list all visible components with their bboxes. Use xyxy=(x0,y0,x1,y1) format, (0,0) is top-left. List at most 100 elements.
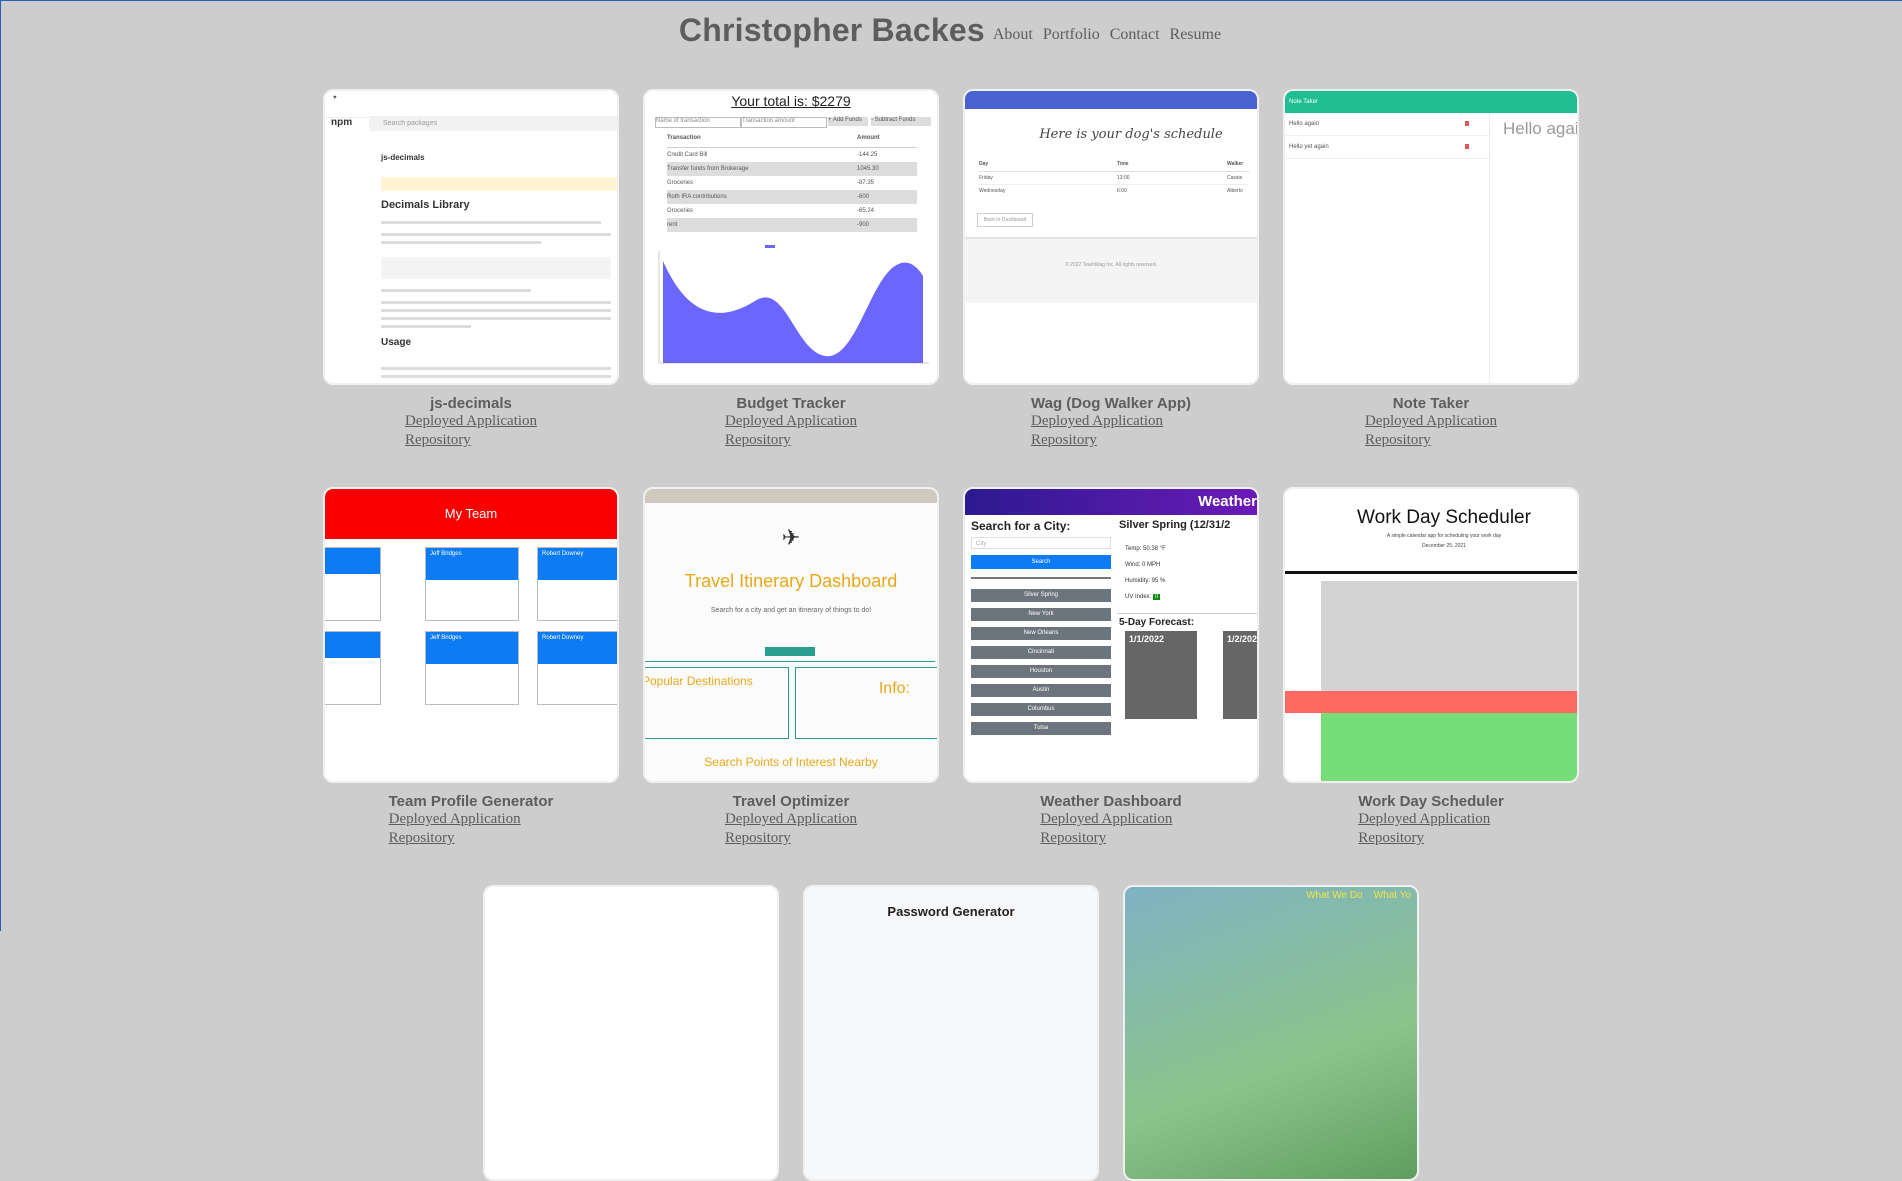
team-card: Robert Downey xyxy=(537,547,617,621)
weather-city-button: Silver Spring xyxy=(971,589,1111,602)
budget-total: Your total is: $2279 xyxy=(731,93,851,109)
project-card-note-taker: Note Taker Hello again Hello yet again H… xyxy=(1283,89,1579,450)
travel-heading: Travel Itinerary Dashboard xyxy=(684,571,898,591)
repository-link[interactable]: Repository xyxy=(1365,431,1497,450)
airplane-icon: ✈ xyxy=(781,525,801,550)
team-card: Robert Downey xyxy=(537,631,617,705)
npm-heading: Decimals Library xyxy=(381,199,470,211)
project-card-partial-1 xyxy=(483,885,779,1181)
popular-destinations-box: Popular Destinations xyxy=(645,667,789,739)
project-thumbnail[interactable]: Password Generator xyxy=(803,885,1099,1181)
weather-header: Weather xyxy=(965,489,1257,515)
npm-search-input: Search packages xyxy=(369,116,617,131)
notes-list: Hello again Hello yet again xyxy=(1285,113,1490,383)
project-thumbnail[interactable]: ♥ npm Search packages js-decimals Decima… xyxy=(323,89,619,385)
time-block xyxy=(1321,625,1577,648)
time-block xyxy=(1321,669,1577,692)
project-card-budget-tracker: Your total is: $2279 Name of transaction… xyxy=(643,89,939,450)
weather-current-city: Silver Spring (12/31/2 xyxy=(1119,519,1231,531)
budget-table: Transaction Amount Credit Card Bill -144.2… xyxy=(667,135,917,232)
npm-code-block xyxy=(381,257,611,279)
site-title[interactable]: Christopher Backes xyxy=(679,8,985,52)
repository-link[interactable]: Repository xyxy=(725,829,857,848)
deployed-link[interactable]: Deployed Application xyxy=(389,810,554,829)
project-thumbnail[interactable]: ✈ Travel Itinerary Dashboard Search for … xyxy=(643,487,939,783)
wag-back-button: Back to Dashboard xyxy=(977,213,1033,227)
project-thumbnail[interactable]: Here is your dog's schedule Day Time Walke… xyxy=(963,89,1259,385)
budget-name-input: Name of transaction xyxy=(655,117,741,128)
project-thumbnail[interactable] xyxy=(483,885,779,1181)
repository-link[interactable]: Repository xyxy=(725,431,857,450)
deployed-link[interactable]: Deployed Application xyxy=(725,810,857,829)
scheduler-subheading: A simple calendar app for scheduling you… xyxy=(1386,533,1502,539)
weather-city-button: Houston xyxy=(971,665,1111,678)
note-item: Hello again xyxy=(1285,113,1489,136)
wag-heading: Here is your dog's schedule xyxy=(1039,127,1223,142)
project-thumbnail[interactable]: Your total is: $2279 Name of transaction… xyxy=(643,89,939,385)
weather-city-button: Columbus xyxy=(971,703,1111,716)
weather-current-details: Temp: 50.38 °F Wind: 0 MPH Humidity: 95 … xyxy=(1125,546,1166,600)
weather-city-button: Austin xyxy=(971,684,1111,697)
npm-top-bar: ♥ xyxy=(325,91,617,118)
budget-amount-input: Transaction amount xyxy=(741,117,827,128)
nav-about[interactable]: About xyxy=(993,26,1033,44)
travel-search-button xyxy=(765,647,815,656)
weather-city-input: City xyxy=(971,537,1111,549)
weather-city-button: Cincinnati xyxy=(971,646,1111,659)
weather-search-label: Search for a City: xyxy=(971,519,1071,533)
budget-subtract-button: - Subtract Funds xyxy=(871,117,931,126)
project-card-wag: Here is your dog's schedule Day Time Walke… xyxy=(963,89,1259,450)
forecast-card: 1/2/202 xyxy=(1223,631,1257,719)
scheduler-date: December 25, 2021 xyxy=(1422,543,1466,549)
repository-link[interactable]: Repository xyxy=(1040,829,1181,848)
repository-link[interactable]: Repository xyxy=(405,431,537,450)
forecast-card: 1/1/2022 xyxy=(1125,631,1197,719)
time-block xyxy=(1321,581,1577,604)
project-title: js-decimals xyxy=(430,395,512,412)
nav-contact[interactable]: Contact xyxy=(1110,26,1160,44)
project-thumbnail[interactable]: Weather Search for a City: City Search S… xyxy=(963,487,1259,783)
budget-add-button: + Add Funds xyxy=(828,117,868,126)
repository-link[interactable]: Repository xyxy=(1358,829,1504,848)
deployed-link[interactable]: Deployed Application xyxy=(1031,412,1191,431)
travel-banner xyxy=(645,489,937,503)
npm-tabs xyxy=(381,177,617,191)
npm-logo: npm xyxy=(331,117,353,128)
repository-link[interactable]: Repository xyxy=(389,829,554,848)
nav-portfolio[interactable]: Portfolio xyxy=(1043,26,1100,44)
wag-top-bar xyxy=(965,91,1257,109)
scheduler-heading: Work Day Scheduler xyxy=(1357,507,1531,528)
project-thumbnail[interactable]: My Team Jeff Bridges Robert Downey Jeff … xyxy=(323,487,619,783)
repository-link[interactable]: Repository xyxy=(1031,431,1191,450)
team-card: Jeff Bridges xyxy=(425,631,519,705)
project-title: Wag (Dog Walker App) xyxy=(1031,395,1191,412)
weather-forecast-label: 5-Day Forecast: xyxy=(1119,617,1195,628)
nav-resume[interactable]: Resume xyxy=(1170,26,1222,44)
notes-top-bar: Note Taker xyxy=(1285,91,1577,113)
project-title: Weather Dashboard xyxy=(1040,793,1182,810)
project-title: Note Taker xyxy=(1392,395,1470,412)
npm-package-name: js-decimals xyxy=(381,153,425,162)
note-item: Hello yet again xyxy=(1285,136,1489,159)
password-heading: Password Generator xyxy=(887,904,1015,919)
budget-area-chart xyxy=(658,245,929,364)
deployed-link[interactable]: Deployed Application xyxy=(405,412,537,431)
time-block xyxy=(1321,603,1577,626)
npm-usage-heading: Usage xyxy=(381,337,412,348)
deployed-link[interactable]: Deployed Application xyxy=(1040,810,1181,829)
project-card-team-profile: My Team Jeff Bridges Robert Downey Jeff … xyxy=(323,487,619,848)
time-block-future xyxy=(1321,757,1577,781)
weather-city-button: New York xyxy=(971,608,1111,621)
project-thumbnail[interactable]: What We Do What Yo xyxy=(1123,885,1419,1181)
project-card-weather: Weather Search for a City: City Search S… xyxy=(963,487,1259,848)
poi-heading: Search Points of Interest Nearby xyxy=(704,755,878,769)
deployed-link[interactable]: Deployed Application xyxy=(725,412,857,431)
weather-city-button: New Orleans xyxy=(971,627,1111,640)
deployed-link[interactable]: Deployed Application xyxy=(1358,810,1504,829)
site-header: Christopher Backes About Portfolio Conta… xyxy=(0,8,1902,52)
project-thumbnail[interactable]: Note Taker Hello again Hello yet again H… xyxy=(1283,89,1579,385)
deployed-link[interactable]: Deployed Application xyxy=(1365,412,1497,431)
project-thumbnail[interactable]: Work Day Scheduler A simple calendar app… xyxy=(1283,487,1579,783)
time-block-present xyxy=(1285,691,1577,713)
project-card-partial-3: What We Do What Yo xyxy=(1123,885,1419,1181)
